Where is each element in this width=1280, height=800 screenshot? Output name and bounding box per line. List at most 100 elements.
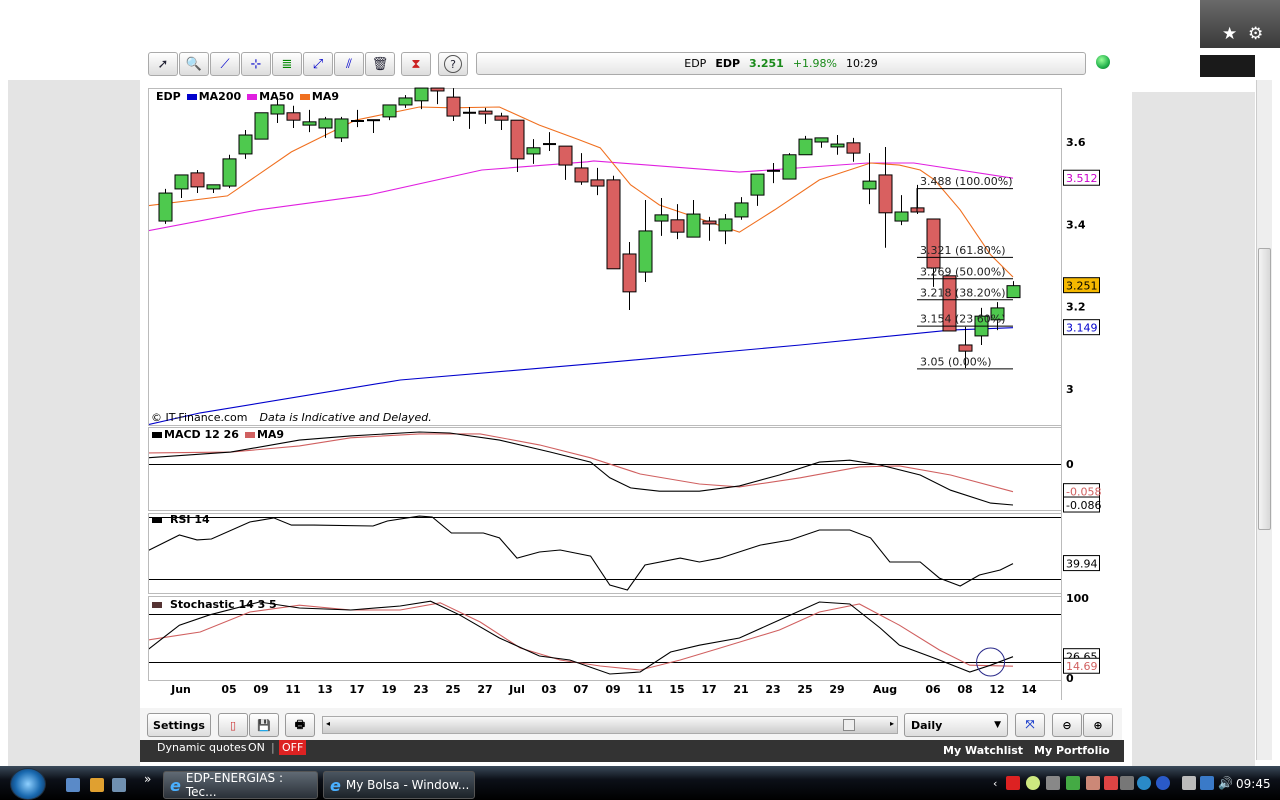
tray-monitor-icon[interactable] bbox=[1120, 776, 1134, 790]
macd-swatch bbox=[152, 432, 162, 438]
x-tick-label: 13 bbox=[317, 683, 332, 696]
candle-down bbox=[622, 253, 637, 293]
scroll-right-icon[interactable]: ▸ bbox=[890, 719, 894, 728]
last-value-label: 3.251 bbox=[1066, 280, 1098, 293]
my-portfolio-link[interactable]: My Portfolio bbox=[1034, 744, 1110, 757]
candle-up bbox=[174, 174, 189, 190]
power-icon[interactable] bbox=[1182, 776, 1196, 790]
legend-stochastic-label: Stochastic 14 3 5 bbox=[170, 598, 277, 611]
x-tick-label: 09 bbox=[605, 683, 620, 696]
y-tick-label: 100 bbox=[1066, 592, 1089, 605]
period-value: Daily bbox=[911, 718, 943, 732]
x-tick-label: 19 bbox=[381, 683, 396, 696]
tray-leaf-icon[interactable] bbox=[1026, 776, 1040, 790]
network-icon[interactable] bbox=[1200, 776, 1214, 790]
settings-button[interactable]: Settings bbox=[147, 713, 211, 737]
y-tick-label: 3 bbox=[1066, 383, 1074, 396]
tray-antivirus-icon[interactable] bbox=[1104, 776, 1118, 790]
printer-icon: 🖶 bbox=[294, 717, 306, 731]
x-tick-label: 12 bbox=[989, 683, 1004, 696]
dynamic-quotes-on[interactable]: ON bbox=[248, 741, 265, 754]
candle-up bbox=[206, 184, 221, 190]
taskbar-item-edp[interactable]: e EDP-ENERGIAS : Tec... bbox=[163, 771, 318, 799]
save-icon: 💾 bbox=[257, 718, 271, 732]
tray-media-icon[interactable] bbox=[1086, 776, 1100, 790]
dynamic-quotes-label: Dynamic quotes bbox=[157, 741, 247, 754]
candle-up bbox=[830, 143, 845, 148]
candlestick-icon: ▯ bbox=[229, 718, 237, 732]
last-value-label: 39.94 bbox=[1066, 558, 1098, 571]
legend-ma9-label: MA9 bbox=[311, 90, 340, 103]
x-tick-label: Jun bbox=[170, 683, 191, 696]
candle-down bbox=[430, 87, 445, 92]
x-tick-label: 23 bbox=[413, 683, 428, 696]
x-tick-label: 17 bbox=[701, 683, 716, 696]
tray-wireless-icon[interactable] bbox=[1156, 776, 1170, 790]
candle-up bbox=[158, 192, 173, 222]
volume-icon[interactable]: 🔊 bbox=[1218, 776, 1233, 790]
ma200-swatch bbox=[186, 94, 197, 100]
dynamic-quotes-off[interactable]: OFF bbox=[279, 740, 307, 755]
tray-bluetooth-icon[interactable] bbox=[1137, 776, 1151, 790]
fib-level-label: 3.218 (38.20%) bbox=[920, 286, 1006, 299]
zoom-out-button[interactable]: ⊖ bbox=[1052, 713, 1082, 737]
auto-scale-button[interactable]: ⤧ bbox=[1015, 713, 1045, 737]
ati-tray-icon[interactable] bbox=[1006, 776, 1020, 790]
disclaimer: Data is Indicative and Delayed. bbox=[259, 411, 432, 424]
fib-level-label: 3.269 (50.00%) bbox=[920, 265, 1006, 278]
y-tick-label: 3.2 bbox=[1066, 301, 1086, 314]
legend-ma200: MA200 bbox=[186, 90, 242, 103]
quick-launch-folder-icon[interactable] bbox=[90, 778, 104, 792]
candle-down bbox=[606, 179, 621, 270]
my-watchlist-link[interactable]: My Watchlist bbox=[943, 744, 1023, 757]
data-source-note: © IT-Finance.com Data is Indicative and D… bbox=[151, 411, 432, 424]
timeline-scrollbar[interactable]: ◂ ▸ bbox=[322, 716, 898, 734]
x-tick-label: Aug bbox=[873, 683, 897, 696]
rsi-swatch bbox=[152, 516, 162, 523]
taskbar-item-mybolsa[interactable]: e My Bolsa - Window... bbox=[323, 771, 475, 799]
legend-macd-label: MACD 12 26 bbox=[164, 428, 239, 441]
show-desktop-icon[interactable] bbox=[66, 778, 80, 792]
candle-down bbox=[878, 174, 893, 214]
save-button[interactable]: 💾 bbox=[249, 713, 279, 737]
period-select[interactable]: Daily ▼ bbox=[904, 713, 1008, 737]
candle-down bbox=[670, 219, 685, 233]
legend-rsi-label: RSI 14 bbox=[170, 513, 210, 526]
quick-launch-app-icon[interactable] bbox=[112, 778, 126, 792]
y-tick-label: 0 bbox=[1066, 672, 1074, 685]
x-tick-label: 15 bbox=[669, 683, 684, 696]
print-button[interactable]: 🖶 bbox=[285, 713, 315, 737]
candle-up bbox=[750, 173, 765, 196]
panel-frame-1 bbox=[148, 427, 1062, 511]
clock[interactable]: 09:45 bbox=[1236, 777, 1271, 791]
start-button[interactable] bbox=[10, 768, 46, 800]
candle-up bbox=[238, 134, 253, 155]
quick-launch-overflow[interactable]: » bbox=[144, 772, 151, 786]
candle-down bbox=[558, 145, 573, 166]
candle-up bbox=[414, 87, 429, 102]
legend-ma9: MA9 bbox=[299, 90, 340, 103]
x-tick-label: 17 bbox=[349, 683, 364, 696]
tpm-tray-icon[interactable] bbox=[1046, 776, 1060, 790]
x-tick-label: 14 bbox=[1021, 683, 1037, 696]
macd-ma9-swatch bbox=[244, 432, 255, 438]
timeline-scroll-thumb[interactable] bbox=[843, 719, 855, 731]
candle-down bbox=[478, 110, 493, 115]
chevron-down-icon: ▼ bbox=[994, 720, 1001, 730]
x-tick-label: 11 bbox=[637, 683, 652, 696]
macd-line-macd-12-26 bbox=[149, 431, 1014, 506]
candle-up bbox=[334, 118, 349, 139]
legend-ma50-label: MA50 bbox=[259, 90, 294, 103]
chart-type-button[interactable]: ▯ bbox=[218, 713, 248, 737]
copyright-link[interactable]: © IT-Finance.com bbox=[151, 411, 248, 424]
x-tick-label: 11 bbox=[285, 683, 300, 696]
zoom-in-button[interactable]: ⊕ bbox=[1083, 713, 1113, 737]
legend-ma200-label: MA200 bbox=[198, 90, 242, 103]
tray-security-icon[interactable] bbox=[1066, 776, 1080, 790]
tray-expand-icon[interactable]: ‹ bbox=[993, 777, 997, 790]
candle-down bbox=[190, 172, 205, 188]
scroll-left-icon[interactable]: ◂ bbox=[326, 719, 330, 728]
last-value-label: 3.149 bbox=[1066, 322, 1098, 335]
chart-canvas[interactable]: 3.488 (100.00%) 3.321 (61.80%) 3.269 (50.0… bbox=[0, 0, 1280, 800]
candle-up bbox=[734, 202, 749, 218]
